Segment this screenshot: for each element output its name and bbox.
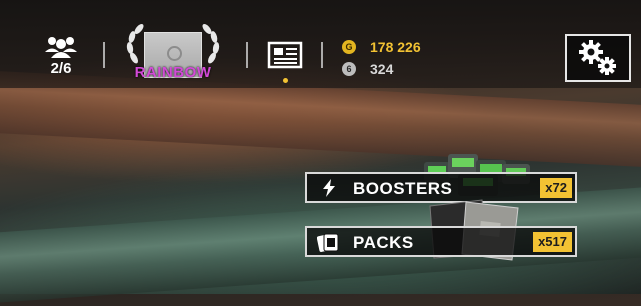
divider xyxy=(321,42,323,68)
friends-count: 2/6 xyxy=(50,60,72,77)
profile-button[interactable]: RAINBOW xyxy=(120,24,226,84)
boosters-count-badge: x72 xyxy=(540,178,572,198)
packs-button[interactable]: PACKS x517 xyxy=(305,226,577,257)
settings-button[interactable] xyxy=(565,34,631,82)
lightning-icon xyxy=(323,179,335,197)
news-button[interactable] xyxy=(267,40,303,83)
newspaper-icon xyxy=(267,41,303,69)
friends-icon xyxy=(45,37,77,58)
friends-button[interactable]: 2/6 xyxy=(38,36,84,77)
silver-currency: 6 324 xyxy=(342,58,421,80)
silver-coin-icon: 6 xyxy=(342,62,356,76)
divider xyxy=(246,42,248,68)
packs-count-badge: x517 xyxy=(533,232,572,252)
gears-icon xyxy=(579,40,616,75)
rank-label: RAINBOW xyxy=(134,64,212,81)
divider xyxy=(103,42,105,68)
avatar-placeholder-icon xyxy=(167,46,182,61)
notification-dot xyxy=(283,78,288,83)
cards-icon xyxy=(317,233,339,252)
gold-coin-icon: G xyxy=(342,40,356,54)
packs-label: PACKS xyxy=(353,233,414,252)
gold-amount: 178 226 xyxy=(370,39,421,55)
gold-currency: G 178 226 xyxy=(342,36,421,58)
silver-amount: 324 xyxy=(370,61,394,77)
currency-panel: G 178 226 6 324 xyxy=(342,36,421,80)
